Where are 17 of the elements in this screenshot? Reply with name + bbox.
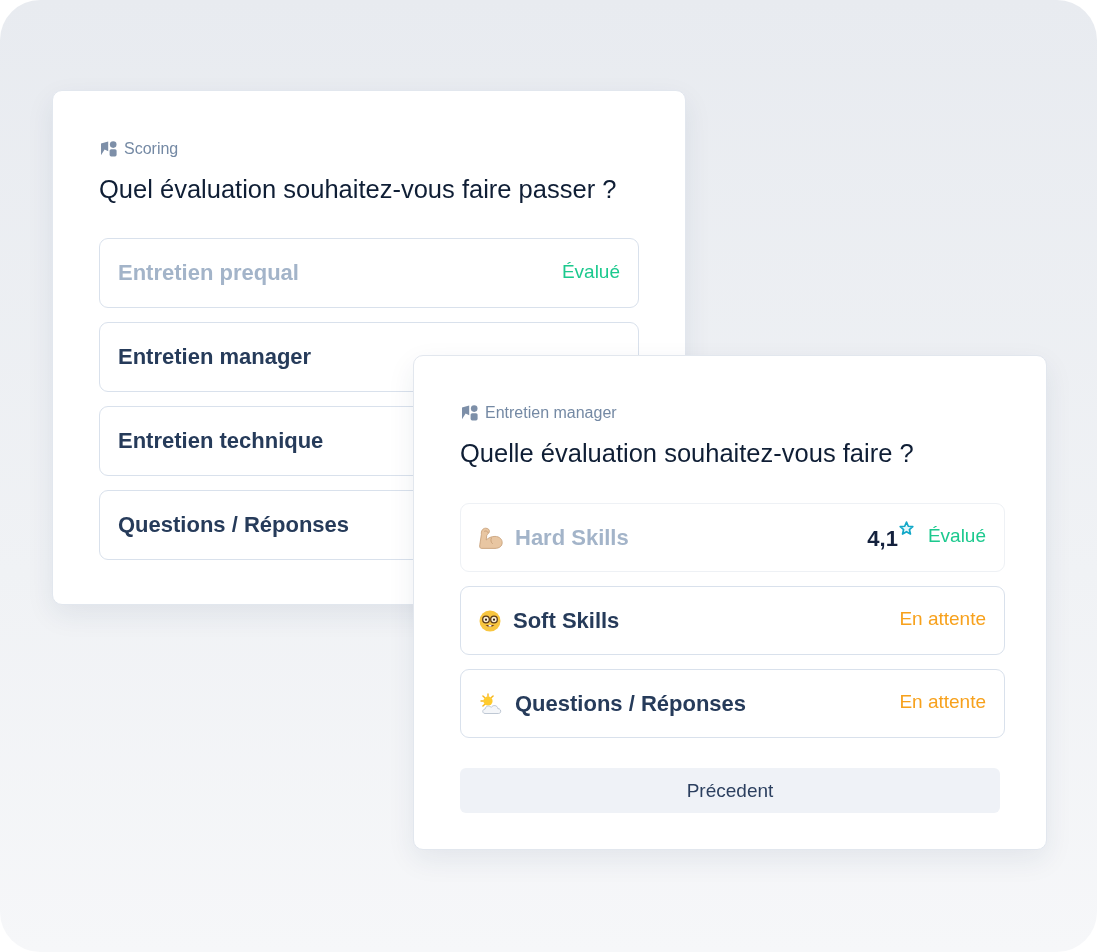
status-label: En attente xyxy=(899,607,986,631)
sun-cloud-icon xyxy=(479,692,503,715)
nerd-face-icon xyxy=(479,609,501,632)
flexed-arm-icon xyxy=(479,526,503,549)
status-label: Évalué xyxy=(927,524,986,548)
option-row[interactable]: Soft Skills En attente xyxy=(460,586,1005,655)
question-title: Quel évaluation souhaitez-vous faire passer ? xyxy=(99,174,618,205)
shapes-icon xyxy=(462,405,478,421)
section-label: Entretien manager xyxy=(485,403,617,423)
status-label: Évalué xyxy=(561,259,620,284)
shapes-icon xyxy=(101,141,117,157)
status-label: En attente xyxy=(899,690,986,714)
star-icon xyxy=(898,520,914,536)
section-label: Scoring xyxy=(124,139,179,159)
back-button[interactable]: Précedent xyxy=(460,768,1000,813)
option-row[interactable]: Questions / Réponses En attente xyxy=(460,669,1005,738)
score-text: 4,1 xyxy=(867,524,898,552)
